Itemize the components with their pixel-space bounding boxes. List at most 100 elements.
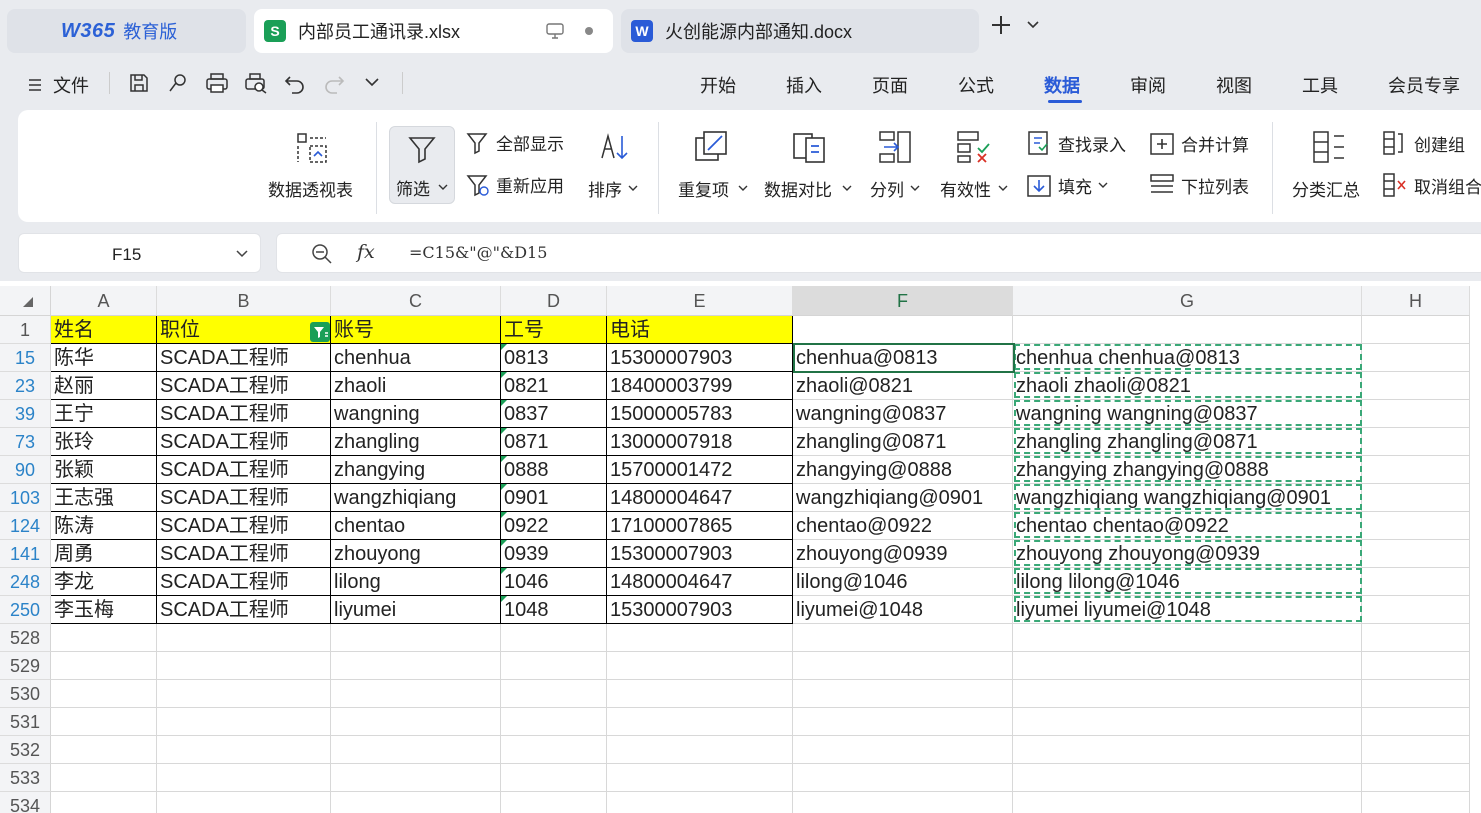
row-header[interactable]: 141 [0, 540, 51, 568]
validity-button[interactable]: 有效性 [938, 110, 1012, 222]
empty-cell[interactable] [1362, 596, 1470, 624]
show-all-button[interactable]: 全部显示 [466, 130, 564, 155]
tab-page[interactable]: 页面 [872, 72, 908, 98]
format-painter-icon[interactable] [167, 72, 189, 94]
empty-cell[interactable] [331, 680, 501, 708]
data-cell[interactable]: SCADA工程师 [157, 512, 331, 540]
fx-icon[interactable]: fx [357, 241, 375, 263]
header-cell[interactable] [793, 316, 1013, 344]
empty-cell[interactable] [51, 624, 157, 652]
row-header[interactable]: 15 [0, 344, 51, 372]
empty-cell[interactable] [1013, 652, 1362, 680]
empty-cell[interactable] [1013, 764, 1362, 792]
empty-cell[interactable] [1362, 652, 1470, 680]
file-menu[interactable]: 文件 [27, 72, 89, 98]
data-cell[interactable]: zhangying@0888 [793, 456, 1013, 484]
row-header[interactable]: 250 [0, 596, 51, 624]
header-cell[interactable]: 账号 [331, 316, 501, 344]
empty-cell[interactable] [1013, 680, 1362, 708]
column-header-a[interactable]: A [51, 286, 157, 316]
empty-cell[interactable] [607, 764, 793, 792]
empty-cell[interactable] [51, 792, 157, 813]
data-cell[interactable]: zhaoli [331, 372, 501, 400]
data-cell[interactable]: 0901 [501, 484, 607, 512]
data-cell[interactable]: 李玉梅 [51, 596, 157, 624]
row-header[interactable]: 1 [0, 316, 51, 344]
header-cell[interactable] [1013, 316, 1362, 344]
tab-docx-file[interactable]: W 火创能源内部通知.docx [621, 9, 979, 53]
tab-w365-home[interactable]: W365 教育版 [7, 9, 246, 53]
data-cell[interactable]: 0813 [501, 344, 607, 372]
data-cell[interactable]: 15000005783 [607, 400, 793, 428]
data-cell[interactable]: 陈涛 [51, 512, 157, 540]
header-cell[interactable]: 姓名 [51, 316, 157, 344]
empty-cell[interactable] [501, 624, 607, 652]
tab-data[interactable]: 数据 [1044, 72, 1080, 98]
empty-cell[interactable] [607, 652, 793, 680]
empty-cell[interactable] [51, 736, 157, 764]
data-cell[interactable]: SCADA工程师 [157, 540, 331, 568]
empty-cell[interactable] [1362, 568, 1470, 596]
data-cell[interactable]: SCADA工程师 [157, 344, 331, 372]
column-header-g[interactable]: G [1013, 286, 1362, 316]
data-cell[interactable]: zhouyong@0939 [793, 540, 1013, 568]
tab-xlsx-file[interactable]: S 内部员工通讯录.xlsx [254, 9, 613, 53]
empty-cell[interactable] [331, 624, 501, 652]
column-header-h[interactable]: H [1362, 286, 1470, 316]
empty-cell[interactable] [157, 708, 331, 736]
data-cell[interactable]: wangning [331, 400, 501, 428]
empty-cell[interactable] [607, 624, 793, 652]
empty-cell[interactable] [331, 764, 501, 792]
empty-cell[interactable] [793, 764, 1013, 792]
data-cell[interactable]: 0888 [501, 456, 607, 484]
data-cell[interactable]: chentao [331, 512, 501, 540]
data-cell[interactable]: 王志强 [51, 484, 157, 512]
filter-button[interactable]: 筛选 [389, 126, 455, 204]
data-cell[interactable]: lilong [331, 568, 501, 596]
redo-icon[interactable] [323, 72, 345, 94]
row-header[interactable]: 90 [0, 456, 51, 484]
empty-cell[interactable] [1013, 736, 1362, 764]
fill-button[interactable]: 填充 [1026, 172, 1108, 198]
data-cell[interactable]: 0871 [501, 428, 607, 456]
data-cell[interactable]: liyumei@1048 [793, 596, 1013, 624]
split-button[interactable]: 分列 [868, 110, 924, 222]
print-icon[interactable] [205, 72, 229, 94]
empty-cell[interactable] [331, 792, 501, 813]
data-cell[interactable]: wangning@0837 [793, 400, 1013, 428]
empty-cell[interactable] [501, 764, 607, 792]
row-header[interactable]: 528 [0, 624, 51, 652]
data-cell[interactable]: SCADA工程师 [157, 372, 331, 400]
lookup-entry-button[interactable]: 查找录入 [1026, 130, 1126, 156]
row-header[interactable]: 534 [0, 792, 51, 813]
data-cell[interactable]: SCADA工程师 [157, 596, 331, 624]
row-header[interactable]: 531 [0, 708, 51, 736]
empty-cell[interactable] [793, 652, 1013, 680]
empty-cell[interactable] [1362, 428, 1470, 456]
row-header[interactable]: 39 [0, 400, 51, 428]
data-cell[interactable]: wangzhiqiang [331, 484, 501, 512]
empty-cell[interactable] [1013, 624, 1362, 652]
data-cell[interactable]: 张玲 [51, 428, 157, 456]
formula-input[interactable]: =C15&"@"&D15 [409, 243, 547, 262]
empty-cell[interactable] [157, 764, 331, 792]
empty-cell[interactable] [793, 680, 1013, 708]
data-cell[interactable]: SCADA工程师 [157, 568, 331, 596]
monitor-icon[interactable] [546, 23, 564, 39]
name-box[interactable]: F15 [18, 233, 261, 273]
empty-cell[interactable] [1362, 512, 1470, 540]
chevron-down-icon[interactable] [1026, 20, 1040, 30]
empty-cell[interactable] [501, 652, 607, 680]
more-chevron-icon[interactable] [364, 76, 380, 88]
duplicates-button[interactable]: 重复项 [674, 110, 750, 222]
data-cell[interactable]: 1048 [501, 596, 607, 624]
empty-cell[interactable] [1362, 484, 1470, 512]
empty-cell[interactable] [793, 624, 1013, 652]
sort-button[interactable]: 排序 [586, 126, 646, 210]
empty-cell[interactable] [1362, 540, 1470, 568]
data-cell[interactable]: SCADA工程师 [157, 428, 331, 456]
ungroup-button[interactable]: 取消组合 [1382, 172, 1481, 198]
empty-cell[interactable] [157, 624, 331, 652]
row-header[interactable]: 529 [0, 652, 51, 680]
empty-cell[interactable] [501, 708, 607, 736]
